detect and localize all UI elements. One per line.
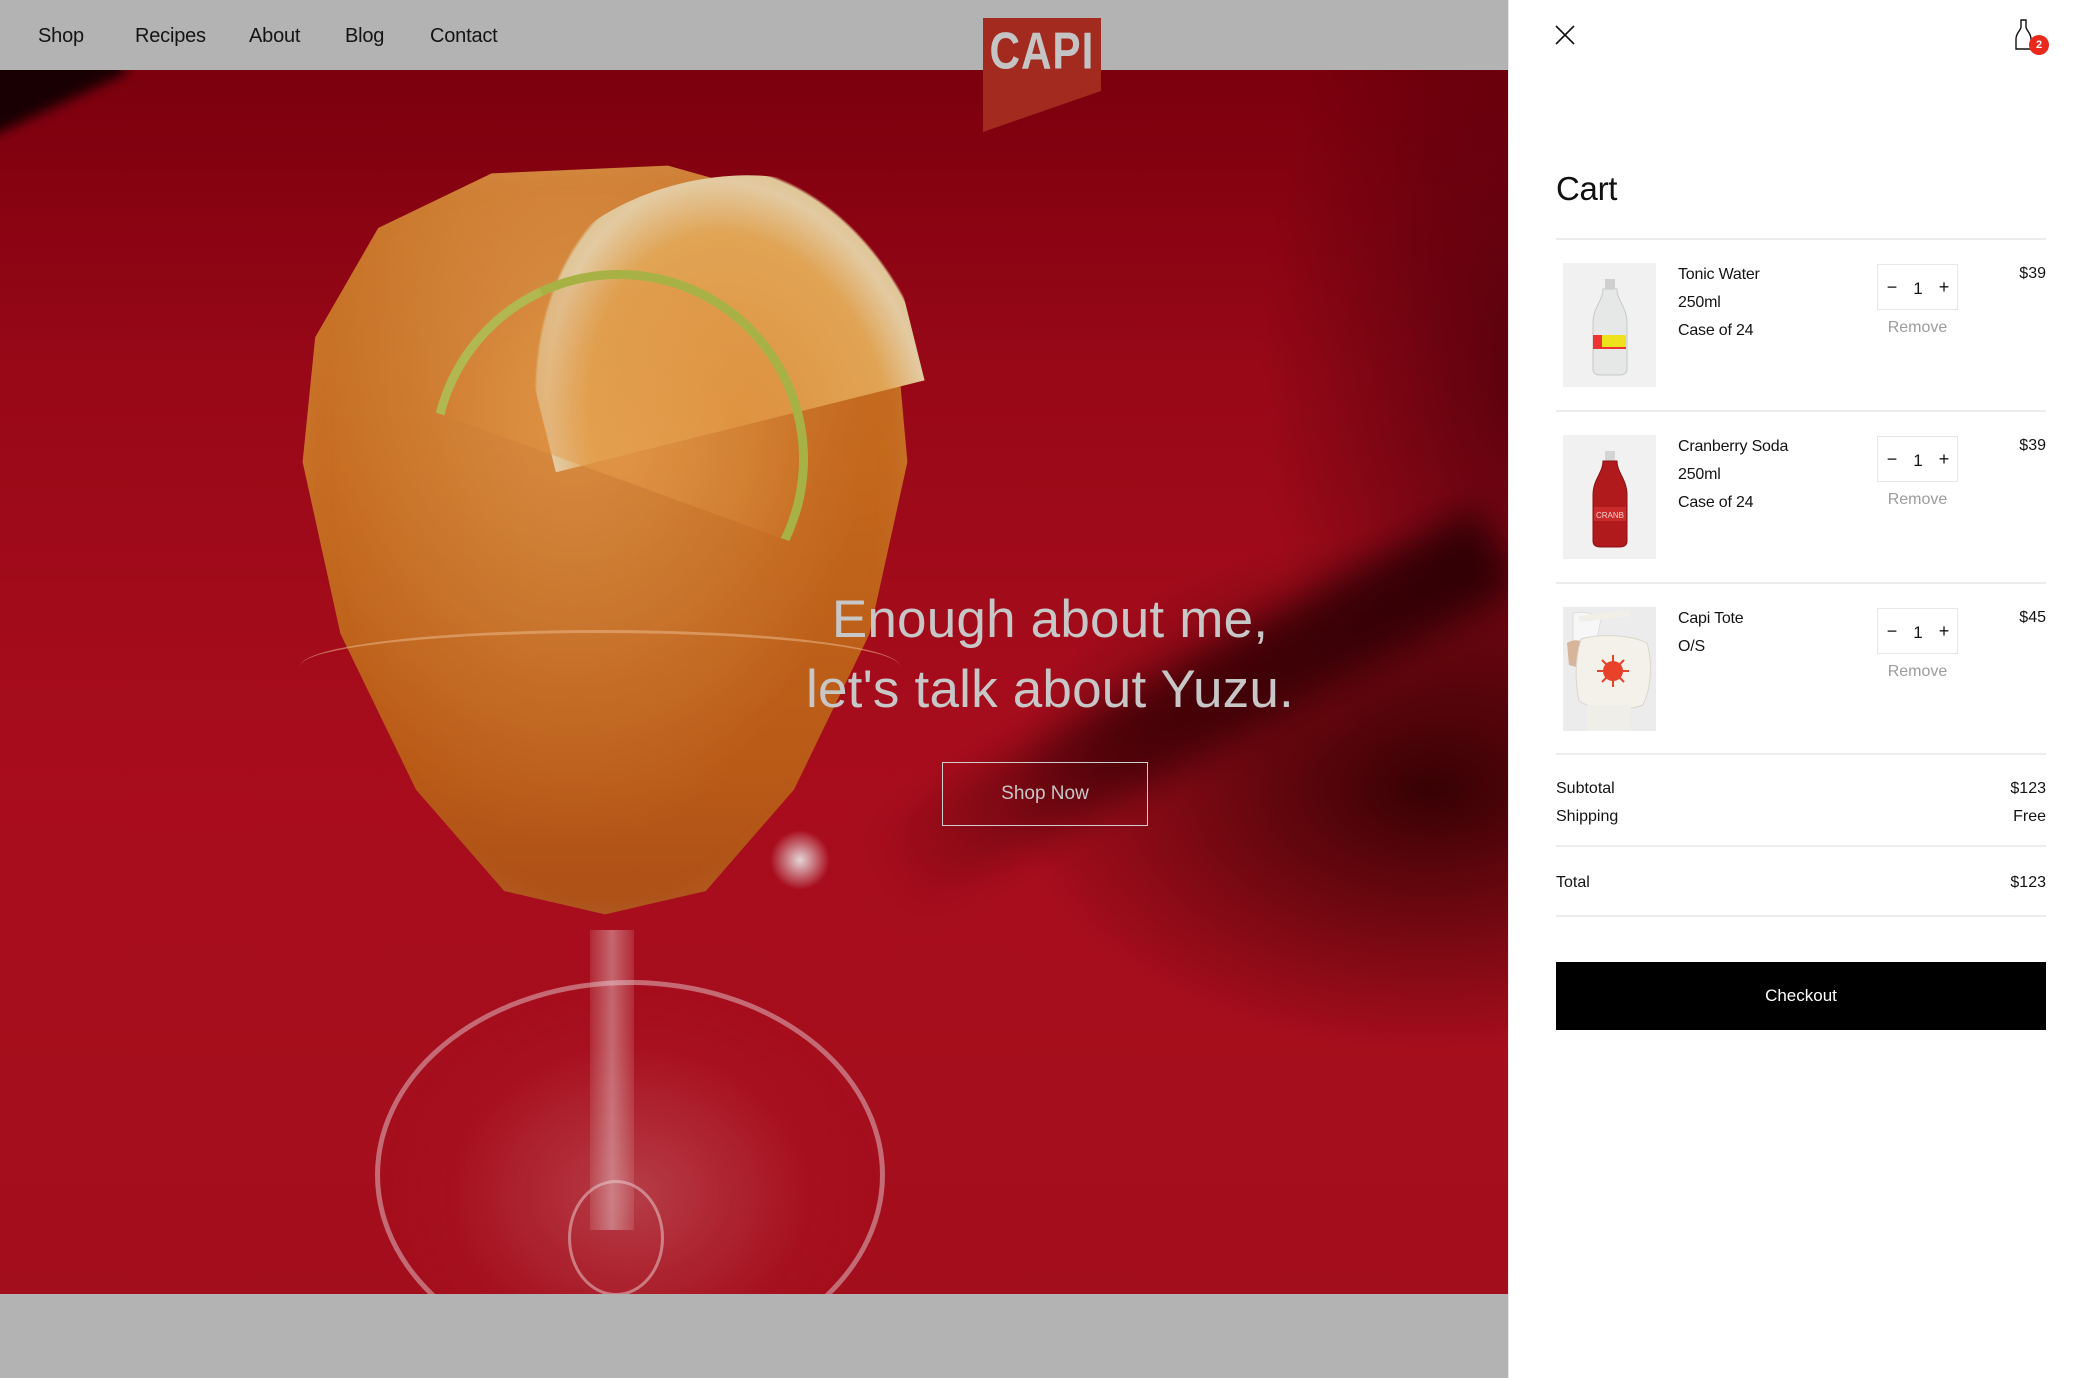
capi-logo[interactable]: CAPI xyxy=(983,18,1101,132)
nav-link-about[interactable]: About xyxy=(249,25,300,48)
remove-item-button[interactable]: Remove xyxy=(1877,319,1958,337)
divider xyxy=(1556,753,2046,755)
cart-drawer: 2 Cart Tonic Water 250ml Case of 24 − 1 … xyxy=(1508,0,2081,1378)
nav-link-shop[interactable]: Shop xyxy=(38,25,84,48)
item-size: 250ml xyxy=(1678,294,1721,311)
total-label: Total xyxy=(1556,874,1590,891)
shipping-value: Free xyxy=(2013,808,2046,825)
decrease-quantity-button[interactable]: − xyxy=(1885,449,1899,470)
close-icon xyxy=(1555,25,1575,45)
divider xyxy=(1556,915,2046,917)
item-name: Tonic Water xyxy=(1678,266,1760,283)
total-value: $123 xyxy=(2010,874,2046,891)
checkout-button[interactable]: Checkout xyxy=(1556,962,2046,1030)
logo-text: CAPI xyxy=(990,21,1095,79)
shipping-row: Shipping Free xyxy=(1556,808,2046,826)
quantity-stepper: − 1 + xyxy=(1877,436,1958,482)
page-footer-strip xyxy=(0,1294,1508,1378)
cart-title: Cart xyxy=(1556,170,1618,207)
remove-item-button[interactable]: Remove xyxy=(1877,491,1958,509)
nav-link-recipes[interactable]: Recipes xyxy=(135,25,206,48)
item-price: $39 xyxy=(2019,265,2046,282)
divider xyxy=(1556,845,2046,847)
increase-quantity-button[interactable]: + xyxy=(1937,277,1951,298)
hero-headline-line-2: let's talk about Yuzu. xyxy=(806,660,1294,719)
decrease-quantity-button[interactable]: − xyxy=(1885,277,1899,298)
item-price: $39 xyxy=(2019,437,2046,454)
cart-item: Capi Tote O/S − 1 + Remove $45 xyxy=(1556,607,2046,732)
item-pack: Case of 24 xyxy=(1678,494,1754,511)
hero-headline-line-1: Enough about me, xyxy=(831,590,1269,649)
item-name: Capi Tote xyxy=(1678,610,1744,627)
capi-tote-thumbnail[interactable] xyxy=(1563,607,1656,731)
tote-bag-image xyxy=(1563,607,1656,731)
shipping-label: Shipping xyxy=(1556,808,1619,825)
item-price: $45 xyxy=(2019,609,2046,626)
item-pack: Case of 24 xyxy=(1678,322,1754,339)
close-cart-button[interactable] xyxy=(1554,24,1578,48)
subtotal-row: Subtotal $123 xyxy=(1556,780,2046,798)
item-size: 250ml xyxy=(1678,466,1721,483)
shop-now-button[interactable]: Shop Now xyxy=(942,762,1148,826)
subtotal-label: Subtotal xyxy=(1556,780,1615,797)
divider xyxy=(1556,582,2046,584)
capi-logo-icon: CAPI xyxy=(983,18,1101,132)
item-size: O/S xyxy=(1678,638,1705,655)
cart-count-badge: 2 xyxy=(2029,35,2049,55)
cranberry-soda-thumbnail[interactable]: CRANB xyxy=(1563,435,1656,559)
nav-link-contact[interactable]: Contact xyxy=(430,25,498,48)
remove-item-button[interactable]: Remove xyxy=(1877,663,1958,681)
subtotal-value: $123 xyxy=(2010,780,2046,797)
cart-bottle-button[interactable]: 2 xyxy=(2014,18,2052,60)
tonic-water-thumbnail[interactable] xyxy=(1563,263,1656,387)
tonic-water-bottle-image xyxy=(1592,279,1628,376)
quantity-value[interactable]: 1 xyxy=(1913,623,1922,643)
increase-quantity-button[interactable]: + xyxy=(1937,621,1951,642)
cranberry-soda-bottle-image: CRANB xyxy=(1592,451,1628,548)
divider xyxy=(1556,238,2046,240)
quantity-value[interactable]: 1 xyxy=(1913,451,1922,471)
top-navigation: Shop Recipes About Blog Contact xyxy=(0,0,1508,70)
quantity-stepper: − 1 + xyxy=(1877,608,1958,654)
cart-item: Tonic Water 250ml Case of 24 − 1 + Remov… xyxy=(1556,263,2046,388)
page-backdrop[interactable]: Enough about me, let's talk about Yuzu. … xyxy=(0,0,1508,1378)
hero-headline: Enough about me, let's talk about Yuzu. xyxy=(780,585,1320,725)
svg-text:CRANB: CRANB xyxy=(1596,511,1624,520)
cart-item: CRANB Cranberry Soda 250ml Case of 24 − … xyxy=(1556,435,2046,560)
item-name: Cranberry Soda xyxy=(1678,438,1789,455)
decrease-quantity-button[interactable]: − xyxy=(1885,621,1899,642)
total-row: Total $123 xyxy=(1556,874,2046,892)
increase-quantity-button[interactable]: + xyxy=(1937,449,1951,470)
divider xyxy=(1556,410,2046,412)
quantity-value[interactable]: 1 xyxy=(1913,279,1922,299)
quantity-stepper: − 1 + xyxy=(1877,264,1958,310)
nav-link-blog[interactable]: Blog xyxy=(345,25,384,48)
